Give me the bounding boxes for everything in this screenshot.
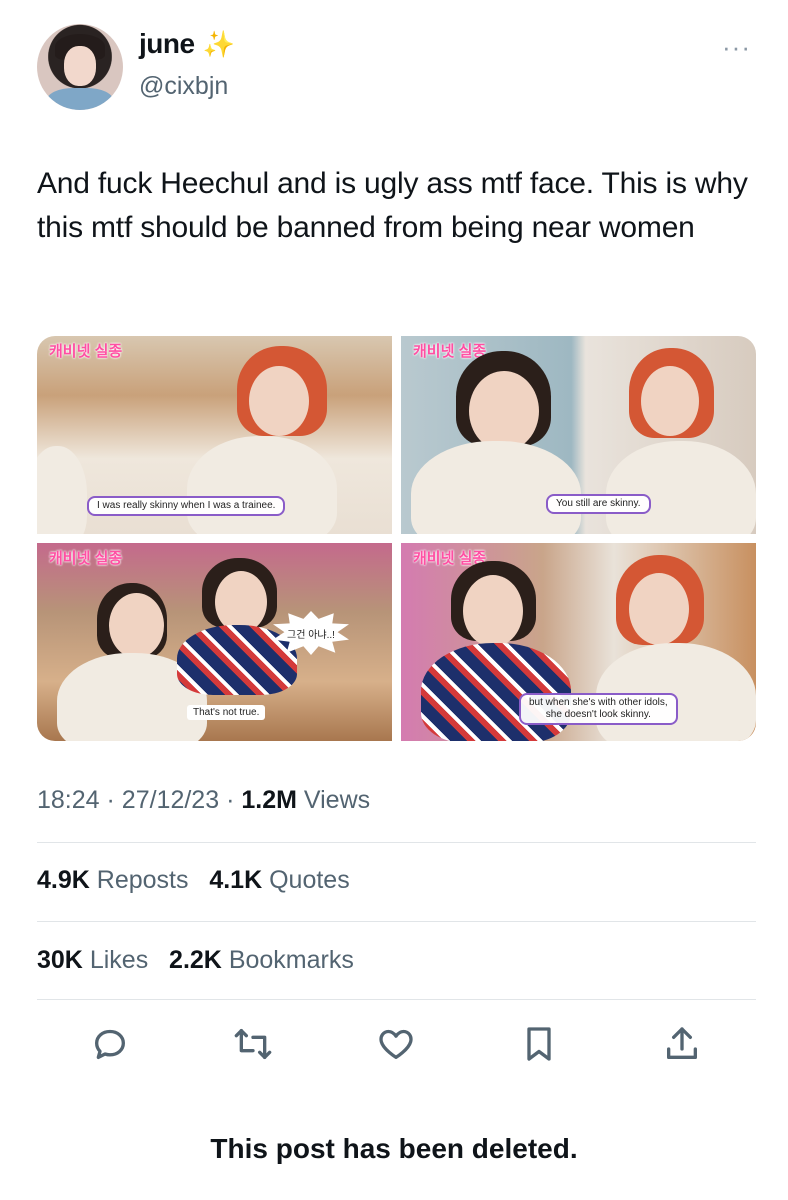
deleted-notice: This post has been deleted.: [210, 1133, 578, 1164]
person-vest: [421, 643, 571, 741]
person-head: [463, 575, 523, 647]
quotes-stat[interactable]: 4.1K Quotes: [209, 866, 349, 894]
person-head: [469, 371, 539, 451]
separator: ·: [106, 786, 115, 814]
likes-label: Likes: [89, 946, 149, 974]
views-count: 1.2M: [241, 786, 297, 814]
likes-bookmarks-row: 30K Likes 2.2K Bookmarks: [37, 946, 354, 975]
bookmarks-count: 2.2K: [169, 946, 222, 974]
show-logo: 캐비넷 실종: [49, 550, 123, 567]
more-options-icon[interactable]: ···: [722, 34, 751, 60]
tweet-text: And fuck Heechul and is ugly ass mtf fac…: [37, 167, 748, 244]
separator: ·: [226, 786, 235, 814]
subtitle: That's not true.: [187, 705, 266, 720]
person-head: [249, 366, 309, 436]
subtitle-line: she doesn't look skinny.: [545, 709, 651, 720]
views-label: Views: [303, 786, 371, 814]
media-image-1[interactable]: 캐비넷 실종 I was really skinny when I was a …: [37, 336, 392, 534]
avatar-shirt: [47, 88, 113, 110]
user-name-row: june ✨: [139, 28, 235, 60]
quotes-label: Quotes: [269, 866, 350, 894]
person-body: [411, 441, 581, 534]
post-time[interactable]: 18:24: [37, 786, 100, 814]
divider: [37, 921, 756, 922]
media-image-4[interactable]: 캐비넷 실종 but when she's with other idols, …: [401, 543, 756, 741]
avatar-face: [64, 46, 96, 86]
show-logo: 캐비넷 실종: [49, 343, 123, 360]
divider: [37, 842, 756, 843]
person-head: [109, 593, 164, 658]
bookmarks-stat[interactable]: 2.2K Bookmarks: [169, 946, 354, 974]
reposts-count: 4.9K: [37, 866, 90, 894]
media-grid[interactable]: 캐비넷 실종 I was really skinny when I was a …: [37, 336, 756, 741]
reposts-stat[interactable]: 4.9K Reposts: [37, 866, 188, 894]
bookmark-icon[interactable]: [519, 1024, 559, 1064]
likes-count: 30K: [37, 946, 83, 974]
person-head: [629, 573, 689, 645]
person-body: [596, 643, 756, 741]
media-image-3[interactable]: 캐비넷 실종 그건 아냐..! That's not true.: [37, 543, 392, 741]
person-vest: [177, 625, 297, 695]
sparkles-icon: ✨: [202, 29, 235, 59]
reply-icon[interactable]: [90, 1024, 130, 1064]
person-head: [215, 571, 267, 633]
display-name[interactable]: june: [139, 28, 195, 60]
show-logo: 캐비넷 실종: [413, 343, 487, 360]
avatar[interactable]: [37, 24, 123, 110]
retweet-icon[interactable]: [233, 1024, 273, 1064]
divider: [37, 999, 756, 1000]
likes-stat[interactable]: 30K Likes: [37, 946, 148, 974]
subtitle-line: but when she's with other idols,: [529, 697, 668, 708]
bookmarks-label: Bookmarks: [228, 946, 354, 974]
share-icon[interactable]: [662, 1024, 702, 1064]
media-image-2[interactable]: 캐비넷 실종 You still are skinny.: [401, 336, 756, 534]
quotes-count: 4.1K: [209, 866, 263, 894]
reposts-label: Reposts: [96, 866, 189, 894]
timestamp-views: 18:24 · 27/12/23 · 1.2M Views: [37, 786, 370, 815]
reposts-quotes-row: 4.9K Reposts 4.1K Quotes: [37, 866, 350, 895]
subtitle: You still are skinny.: [546, 494, 651, 514]
subtitle: but when she's with other idols, she doe…: [519, 693, 678, 725]
person-head: [641, 366, 699, 436]
person-body: [37, 446, 87, 534]
like-icon[interactable]: [376, 1024, 416, 1064]
person-body: [187, 436, 337, 534]
user-handle[interactable]: @cixbjn: [139, 72, 228, 101]
post-date[interactable]: 27/12/23: [122, 786, 219, 814]
person-body: [606, 441, 756, 534]
subtitle: I was really skinny when I was a trainee…: [87, 496, 286, 516]
action-bar: [37, 1020, 756, 1068]
